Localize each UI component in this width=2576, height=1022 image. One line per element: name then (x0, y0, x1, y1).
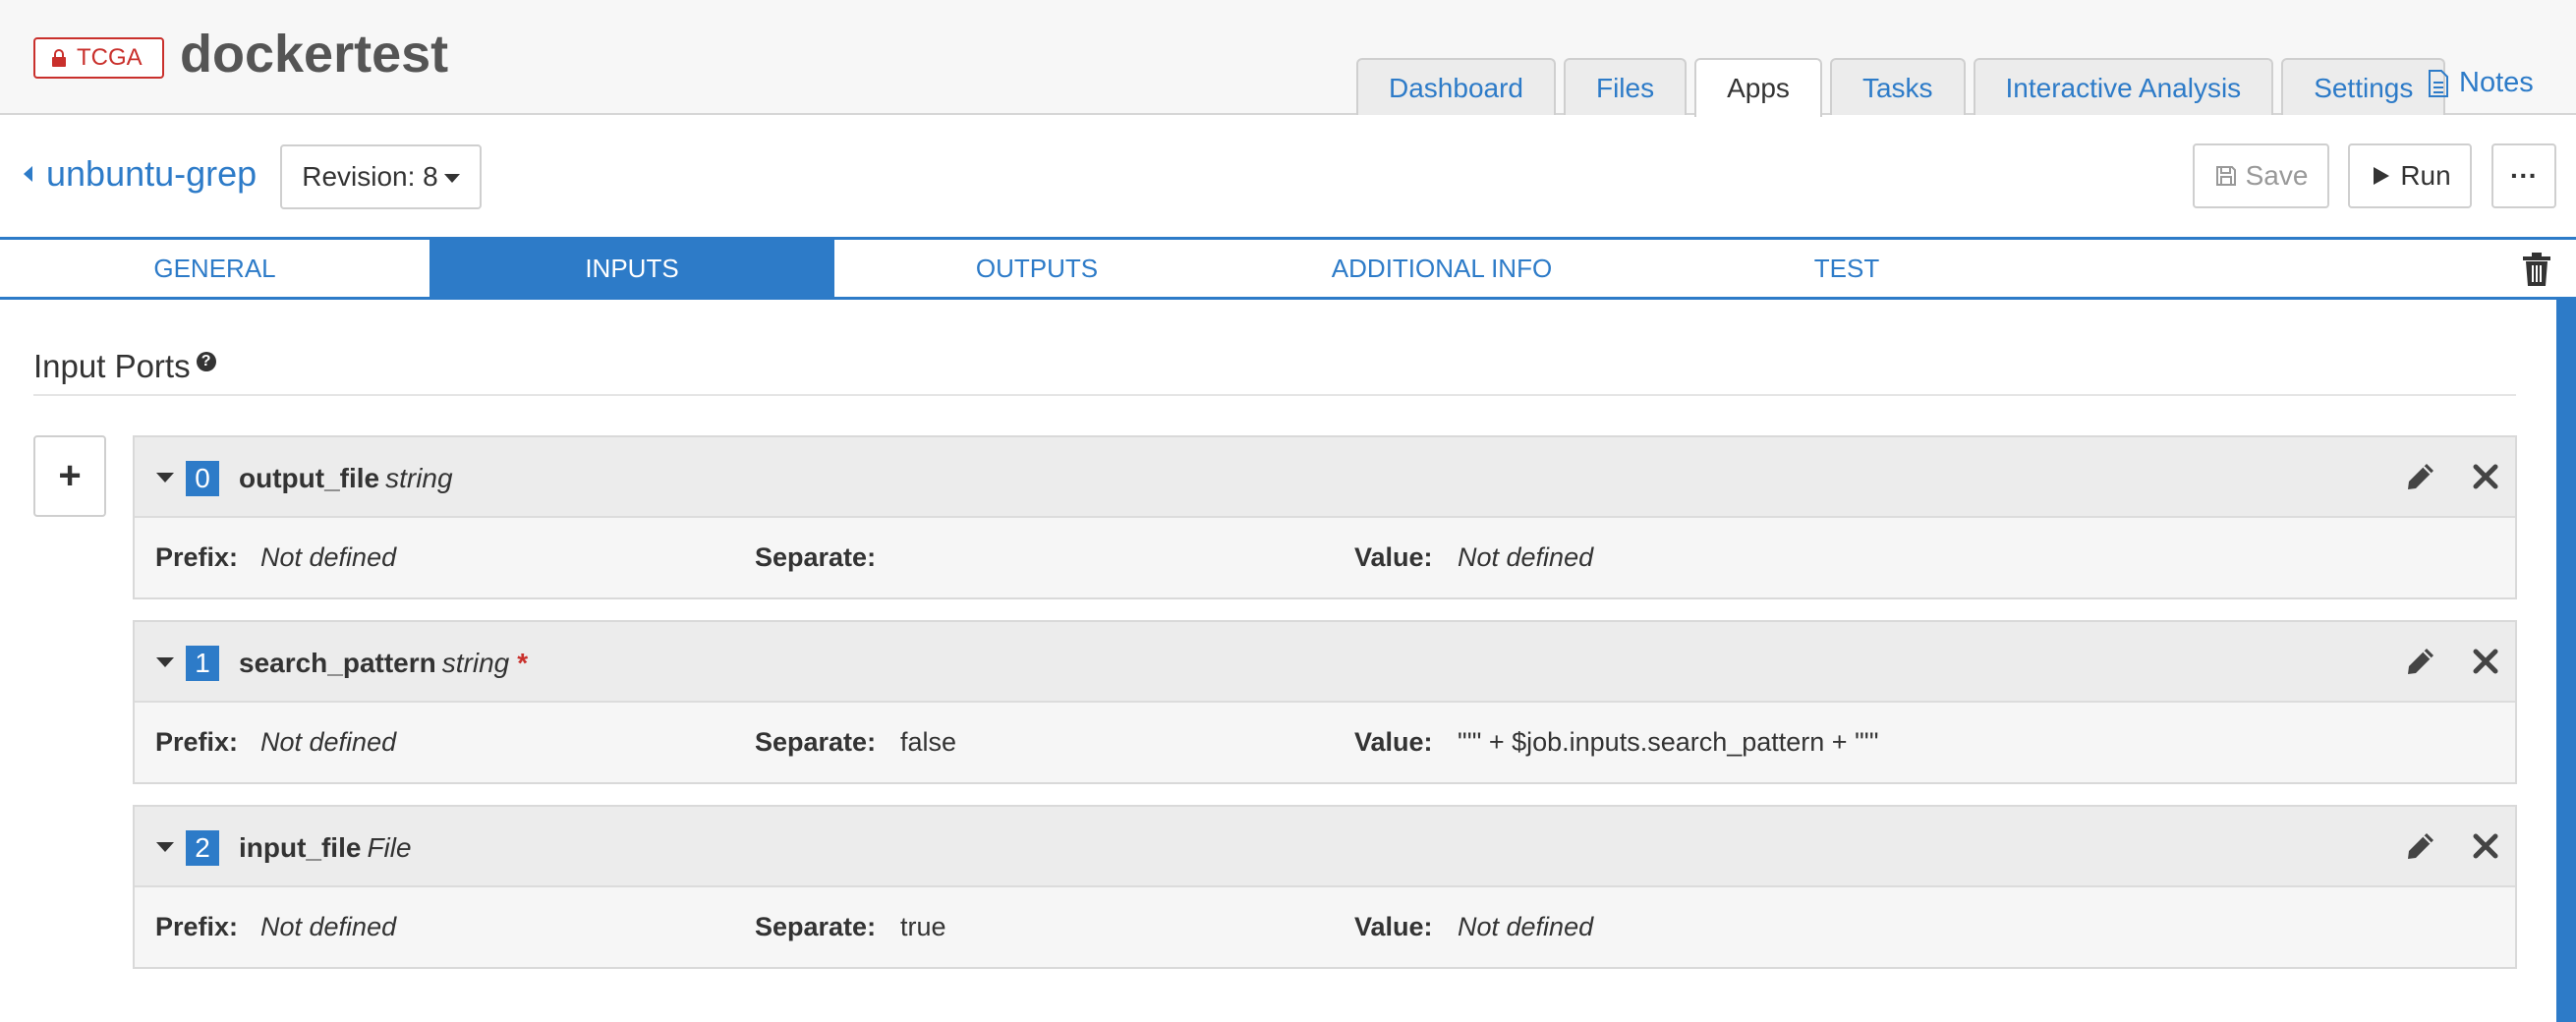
help-icon[interactable]: ? (196, 352, 216, 371)
caret-left-icon (24, 166, 32, 182)
caret-down-icon (443, 174, 460, 184)
port-header[interactable]: 0 output_file string (135, 437, 2515, 518)
prefix-value: Not defined (260, 912, 397, 941)
port-type: File (367, 832, 412, 863)
caret-down-icon[interactable] (156, 657, 174, 667)
input-port: 2 input_file File Prefix: Not defined Sep… (133, 805, 2517, 969)
scrollbar[interactable] (2556, 300, 2576, 1022)
prefix-label: Prefix: (155, 542, 239, 572)
tab-settings[interactable]: Settings (2281, 58, 2446, 115)
port-type: string (441, 648, 510, 678)
prefix-value: Not defined (260, 727, 397, 757)
prefix-label: Prefix: (155, 727, 239, 757)
value-value: Not defined (1458, 912, 1594, 941)
project-badge[interactable]: TCGA (33, 37, 164, 79)
close-icon[interactable] (2472, 832, 2499, 860)
input-port: 1 search_pattern string * Prefix: Not defi… (133, 620, 2517, 784)
tab-files[interactable]: Files (1563, 58, 1688, 115)
more-options-button[interactable]: ··· (2491, 143, 2556, 208)
separate-label: Separate: (755, 542, 877, 572)
port-index: 0 (186, 461, 219, 496)
save-label: Save (2245, 160, 2309, 191)
close-icon[interactable] (2472, 648, 2499, 675)
lock-icon (52, 49, 66, 67)
tab-inputs[interactable]: INPUTS (429, 240, 834, 297)
badge-label: TCGA (77, 44, 143, 71)
project-title[interactable]: dockertest (180, 24, 448, 85)
value-label: Value: (1354, 542, 1433, 572)
separate-label: Separate: (755, 912, 877, 941)
app-name: unbuntu-grep (46, 153, 258, 194)
tab-outputs[interactable]: OUTPUTS (834, 240, 1239, 297)
floppy-icon (2215, 166, 2236, 186)
value-label: Value: (1354, 727, 1433, 757)
tab-general[interactable]: GENERAL (0, 240, 429, 297)
tab-dashboard[interactable]: Dashboard (1356, 58, 1556, 115)
close-icon[interactable] (2472, 463, 2499, 490)
port-name-line: search_pattern string * (239, 648, 528, 679)
prefix-label: Prefix: (155, 912, 239, 941)
document-icon (2429, 69, 2448, 97)
ellipsis-icon: ··· (2510, 160, 2538, 191)
play-icon (2374, 167, 2390, 185)
port-header[interactable]: 1 search_pattern string * (135, 622, 2515, 703)
port-name: input_file (239, 832, 362, 863)
port-name-line: output_file string (239, 463, 453, 494)
caret-down-icon[interactable] (156, 473, 174, 483)
section-title-text: Input Ports (33, 348, 191, 384)
add-port-button[interactable]: + (33, 435, 106, 517)
port-type: string (385, 463, 453, 493)
trash-icon[interactable] (2522, 252, 2551, 287)
tab-tasks[interactable]: Tasks (1829, 58, 1966, 115)
revision-dropdown[interactable]: Revision: 8 (280, 144, 482, 209)
run-button[interactable]: Run (2348, 143, 2472, 208)
save-button[interactable]: Save (2193, 143, 2329, 208)
value-value: Not defined (1458, 542, 1594, 572)
app-back-link[interactable]: unbuntu-grep (24, 153, 257, 195)
pencil-icon[interactable] (2405, 830, 2436, 862)
section-title: Input Ports? (33, 348, 216, 385)
tab-apps[interactable]: Apps (1694, 58, 1822, 117)
caret-down-icon[interactable] (156, 842, 174, 852)
port-index: 2 (186, 830, 219, 866)
tab-additional-info[interactable]: ADDITIONAL INFO (1239, 240, 1644, 297)
pencil-icon[interactable] (2405, 461, 2436, 492)
separate-label: Separate: (755, 727, 877, 757)
pencil-icon[interactable] (2405, 646, 2436, 677)
port-header[interactable]: 2 input_file File (135, 807, 2515, 887)
required-marker: * (517, 648, 529, 678)
port-name: output_file (239, 463, 380, 493)
run-label: Run (2400, 160, 2451, 191)
top-header: TCGA dockertest Dashboard Files Apps Tas… (0, 0, 2576, 117)
editor-tabs: GENERAL INPUTS OUTPUTS ADDITIONAL INFO T… (0, 237, 2576, 300)
revision-label: Revision: 8 (302, 161, 438, 192)
port-name-line: input_file File (239, 832, 412, 864)
port-name: search_pattern (239, 648, 436, 678)
notes-label: Notes (2459, 67, 2534, 98)
main-nav: Dashboard Files Apps Tasks Interactive A… (1356, 58, 2446, 117)
value-value: "'" + $job.inputs.search_pattern + "'" (1458, 727, 1879, 757)
section-divider (33, 394, 2516, 396)
tab-test[interactable]: TEST (1644, 240, 2049, 297)
separate-value: true (900, 912, 946, 941)
value-label: Value: (1354, 912, 1433, 941)
prefix-value: Not defined (260, 542, 397, 572)
tab-interactive-analysis[interactable]: Interactive Analysis (1973, 58, 2274, 115)
plus-icon: + (58, 454, 82, 497)
port-index: 1 (186, 646, 219, 681)
input-port: 0 output_file string Prefix: Not defined … (133, 435, 2517, 599)
notes-link[interactable]: Notes (2428, 67, 2534, 99)
separate-value: false (900, 727, 957, 757)
